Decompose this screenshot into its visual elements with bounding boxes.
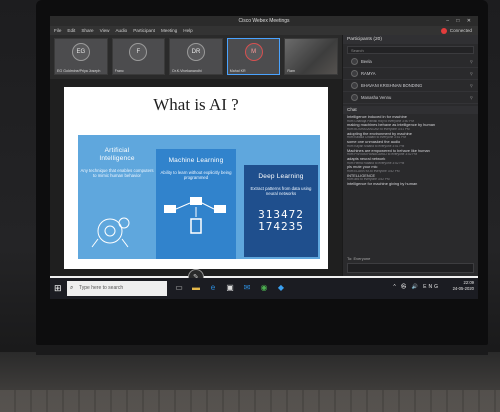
participant-thumbnail[interactable]: EG EG Goldmine/Priya Joseph bbox=[54, 38, 108, 75]
edge-icon[interactable]: e bbox=[208, 282, 218, 294]
menu-help[interactable]: Help bbox=[183, 26, 192, 35]
panel-title-line2: Intelligence bbox=[99, 155, 135, 162]
microphone-icon[interactable]: ⚲ bbox=[470, 80, 473, 92]
shared-slide: What is AI ? Artificial Intelligence Any… bbox=[64, 87, 328, 285]
participant-name: Ram bbox=[287, 69, 295, 73]
avatar bbox=[351, 58, 358, 66]
participant-name: Franc bbox=[114, 69, 124, 73]
tray-date: 24-05-2020 bbox=[452, 286, 474, 291]
participant-name: Beela bbox=[361, 59, 372, 64]
file-explorer-icon[interactable]: ▬ bbox=[191, 282, 201, 294]
menu-participant[interactable]: Participant bbox=[133, 26, 155, 35]
microphone-icon[interactable]: ⚲ bbox=[470, 92, 473, 104]
window-controls[interactable]: – □ ✕ bbox=[446, 16, 474, 26]
desk-surface bbox=[0, 352, 500, 412]
menu-meeting[interactable]: Meeting bbox=[161, 26, 177, 35]
tray-time: 22:09 bbox=[463, 280, 474, 285]
participant-thumbnail[interactable]: F Franc bbox=[111, 38, 166, 75]
chat-message-text: intelligence for machine giving by human bbox=[347, 182, 418, 187]
participant-name: BHAVANI KRISHNAN BONDING bbox=[361, 83, 423, 88]
panel-title: Artificial Intelligence bbox=[80, 147, 154, 163]
panel-title: Machine Learning bbox=[168, 157, 224, 164]
search-icon: ⌕ bbox=[70, 285, 74, 291]
avatar bbox=[351, 82, 358, 90]
avatar: EG bbox=[71, 43, 90, 61]
webex-icon[interactable]: ◆ bbox=[276, 282, 286, 294]
connection-status[interactable]: Connected bbox=[440, 26, 472, 35]
menu-audio[interactable]: Audio bbox=[115, 26, 127, 35]
side-panel: Participants (20) Search Beela ⚲ RAMYA ⚲ BHA… bbox=[342, 35, 478, 276]
chat-input[interactable] bbox=[347, 263, 474, 273]
participant-row[interactable]: BHAVANI KRISHNAN BONDING ⚲ bbox=[343, 80, 478, 92]
envelope-trash-icon bbox=[164, 197, 226, 234]
panel-deep-learning: Deep Learning Extract patterns from data… bbox=[244, 165, 318, 257]
chat-to-label: To: bbox=[347, 256, 353, 261]
system-tray[interactable]: ^ ㉿ 🔊 ENG 22:09 24-05-2020 bbox=[393, 280, 474, 292]
menu-edit[interactable]: Edit bbox=[67, 26, 75, 35]
taskbar-search-box[interactable]: ⌕ Type here to search bbox=[67, 281, 167, 296]
participant-row[interactable]: RAMYA ⚲ bbox=[343, 68, 478, 80]
microphone-icon[interactable]: ⚲ bbox=[470, 56, 473, 68]
menu-view[interactable]: View bbox=[100, 26, 110, 35]
microphone-icon[interactable]: ⚲ bbox=[470, 68, 473, 80]
participant-name: EG Goldmine/Priya Joseph bbox=[57, 69, 101, 73]
store-icon[interactable]: ▣ bbox=[225, 282, 235, 294]
chat-recipient[interactable]: To: Everyone bbox=[347, 256, 474, 261]
avatar: F bbox=[129, 43, 148, 61]
mail-icon[interactable]: ✉ bbox=[242, 282, 252, 294]
participant-thumbnail[interactable]: Ram bbox=[284, 38, 338, 75]
panel-description: Ability to learn without explicitly bein… bbox=[160, 170, 232, 181]
participant-name: Mahal KR bbox=[229, 69, 246, 73]
participant-name: Manasha Vennu bbox=[361, 95, 392, 100]
avatar: DR bbox=[186, 43, 205, 61]
windows-taskbar: ⊞ ⌕ Type here to search ▭ ▬ e ▣ ✉ ◉ ◆ ^ … bbox=[50, 278, 478, 299]
chat-to-value: Everyone bbox=[353, 256, 371, 261]
digits-line2: 174235 bbox=[258, 220, 304, 233]
task-view-icon[interactable]: ▭ bbox=[174, 282, 184, 294]
connected-label: Connected bbox=[449, 28, 472, 33]
keyboard-edge bbox=[0, 390, 500, 412]
participant-name: Dr.K.Vivekanandhi bbox=[172, 69, 202, 73]
handwritten-digits: 313472 174235 bbox=[244, 209, 318, 233]
laptop-hinge bbox=[36, 345, 488, 355]
participants-list: Beela ⚲ RAMYA ⚲ BHAVANI KRISHNAN BONDING ⚲ Man… bbox=[343, 56, 478, 104]
participant-thumbnail-strip: EG EG Goldmine/Priya Joseph F Franc DR Dr.K.V… bbox=[50, 35, 342, 79]
participants-search-input[interactable]: Search bbox=[347, 46, 474, 54]
panel-artificial-intelligence: Artificial Intelligence Any technique th… bbox=[80, 135, 154, 257]
meeting-stage: EG EG Goldmine/Priya Joseph F Franc DR Dr.K.V… bbox=[50, 35, 342, 285]
avatar: M bbox=[244, 43, 263, 61]
menu-share[interactable]: Share bbox=[81, 26, 93, 35]
participant-row[interactable]: Manasha Vennu ⚲ bbox=[343, 92, 478, 104]
menu-bar: File Edit Share View Audio Participant M… bbox=[50, 26, 478, 35]
chrome-icon[interactable]: ◉ bbox=[259, 282, 269, 294]
photo-frame: Cisco Webex Meetings – □ ✕ File Edit Sha… bbox=[0, 0, 500, 412]
recording-dot-icon bbox=[440, 28, 447, 35]
taskbar-apps: ▭ ▬ e ▣ ✉ ◉ ◆ bbox=[174, 282, 286, 294]
participant-thumbnail[interactable]: DR Dr.K.Vivekanandhi bbox=[169, 38, 223, 75]
panel-description: Any technique that enables computers to … bbox=[80, 168, 154, 179]
participant-name: RAMYA bbox=[361, 71, 376, 76]
windows-start-icon[interactable]: ⊞ bbox=[54, 283, 64, 293]
panel-title-line1: Artificial bbox=[104, 147, 130, 154]
brain-gear-icon bbox=[91, 217, 130, 248]
tray-icons[interactable]: ^ ㉿ 🔊 ENG bbox=[393, 284, 440, 290]
panel-machine-learning: Machine Learning Ability to learn withou… bbox=[156, 149, 236, 259]
app-titlebar: Cisco Webex Meetings – □ ✕ bbox=[50, 16, 478, 26]
menu-file[interactable]: File bbox=[54, 26, 61, 35]
laptop-screen: Cisco Webex Meetings – □ ✕ File Edit Sha… bbox=[50, 16, 478, 299]
taskbar-search-placeholder: Type here to search bbox=[79, 285, 124, 291]
slide-title: What is AI ? bbox=[153, 95, 239, 114]
avatar bbox=[351, 70, 358, 78]
window-title: Cisco Webex Meetings bbox=[238, 18, 290, 24]
panel-description: Extract patterns from data using neural … bbox=[250, 186, 312, 197]
participants-header[interactable]: Participants (20) bbox=[343, 35, 478, 44]
chat-header[interactable]: Chat bbox=[343, 106, 478, 114]
panel-title: Deep Learning bbox=[258, 173, 304, 180]
chat-messages: Intelligence induced in for machine from … bbox=[343, 114, 478, 188]
avatar bbox=[351, 94, 358, 102]
participant-thumbnail[interactable]: M Mahal KR bbox=[226, 38, 281, 75]
participant-row[interactable]: Beela ⚲ bbox=[343, 56, 478, 68]
